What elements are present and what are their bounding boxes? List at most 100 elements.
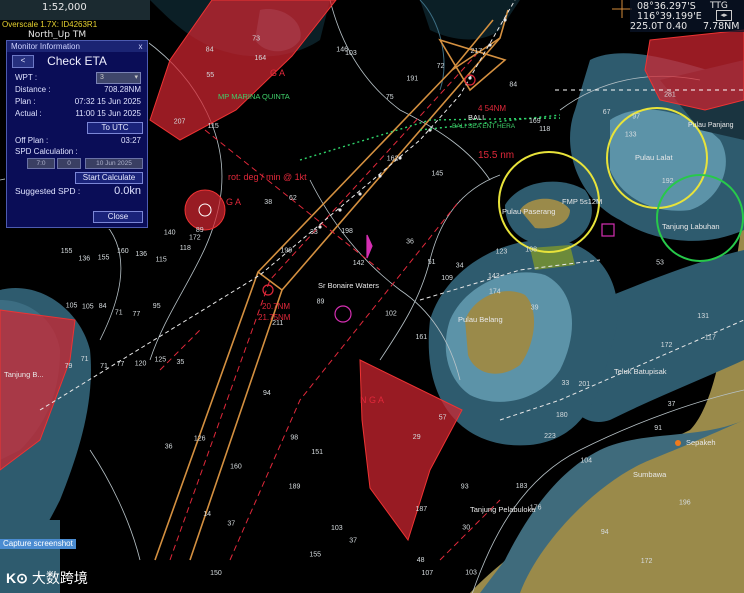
- depth-sounding: 201: [579, 381, 591, 388]
- depth-sounding: 198: [341, 228, 353, 235]
- capture-screenshot-label[interactable]: Capture screenshot: [0, 539, 76, 549]
- distance-value: 708.28NM: [104, 85, 141, 94]
- label-tanjung-labuhan: Tanjung Labuhan: [662, 222, 720, 231]
- label-pulau-panjang: Pulau Panjang: [688, 122, 734, 129]
- orientation-mode[interactable]: North_Up TM: [28, 30, 86, 40]
- wpt-select[interactable]: 3 ▾: [96, 72, 141, 84]
- depth-sounding: 71: [100, 363, 108, 370]
- depth-sounding: 189: [289, 484, 301, 491]
- suggested-value: 0.0kn: [114, 185, 141, 197]
- label-pulau-belang: Pulau Belang: [458, 315, 503, 324]
- depth-sounding: 103: [465, 570, 477, 577]
- label-marina: MP MARINA QUINTA: [218, 92, 290, 101]
- depth-sounding: 107: [422, 570, 434, 577]
- depth-sounding: 117: [705, 335, 716, 342]
- depth-sounding: 140: [164, 229, 176, 236]
- label-distance-2: 21.75NM: [258, 313, 291, 322]
- depth-sounding: 109: [441, 275, 453, 282]
- label-fmp: FMP 5s12M: [562, 197, 603, 206]
- plan-row: Plan : 07:32 15 Jun 2025: [15, 96, 143, 107]
- depth-sounding: 196: [679, 500, 691, 507]
- depth-sounding: 103: [345, 50, 357, 57]
- hud-toggle-button[interactable]: ◂▸: [716, 10, 732, 21]
- depth-sounding: 120: [135, 360, 147, 367]
- spd-minute-field[interactable]: 0: [57, 158, 81, 169]
- depth-sounding: 174: [489, 288, 501, 295]
- depth-sounding: 105: [66, 302, 78, 309]
- depth-sounding: 180: [556, 412, 568, 419]
- depth-sounding: 72: [437, 63, 445, 70]
- depth-sounding: 217: [471, 48, 483, 55]
- green-dotted: [299, 114, 561, 161]
- depth-sounding: 192: [662, 178, 674, 185]
- label-distance-1: 20.7NM: [262, 302, 291, 311]
- depth-sounding: 142: [353, 260, 365, 267]
- label-ga-1: G A: [270, 68, 286, 78]
- actual-row: Actual : 11:00 15 Jun 2025: [15, 108, 143, 119]
- depth-sounding: 131: [697, 313, 709, 320]
- depth-sounding: 94: [263, 390, 271, 397]
- close-icon[interactable]: x: [136, 42, 145, 51]
- actual-value: 11:00 15 Jun 2025: [75, 109, 141, 118]
- label-tanjung-west: Tanjung B...: [4, 370, 44, 379]
- depth-sounding: 57: [439, 415, 447, 422]
- depth-sounding: 73: [252, 36, 260, 43]
- label-pulau-paserang: Pulau Paserang: [502, 207, 556, 216]
- depth-sounding: 161: [416, 334, 428, 341]
- plan-value: 07:32 15 Jun 2025: [74, 97, 141, 106]
- depth-sounding: 62: [289, 195, 297, 202]
- panel-titlebar[interactable]: Monitor Information x: [7, 41, 147, 52]
- offplan-row: Off Plan : 03:27: [15, 135, 143, 146]
- depth-sounding: 136: [135, 251, 147, 258]
- depth-sounding: 155: [61, 248, 73, 255]
- distance-label: Distance :: [15, 85, 51, 94]
- depth-sounding: 123: [496, 249, 508, 256]
- depth-sounding: 183: [516, 483, 528, 490]
- spd-calc-row: SPD Calculation :: [15, 146, 143, 157]
- suggested-row: Suggested SPD : 0.0kn: [15, 186, 143, 197]
- depth-sounding: 104: [580, 458, 592, 465]
- depth-sounding: 164: [255, 55, 267, 62]
- to-utc-button[interactable]: To UTC: [87, 122, 143, 134]
- depth-sounding: 155: [309, 552, 321, 559]
- depth-sounding: 98: [290, 435, 298, 442]
- depth-sounding: 115: [208, 123, 219, 130]
- depth-sounding: 145: [432, 170, 444, 177]
- depth-sounding: 36: [406, 239, 414, 246]
- distance-row: Distance : 708.28NM: [15, 84, 143, 95]
- town-marker: [675, 440, 681, 446]
- depth-sounding: 84: [509, 82, 517, 89]
- depth-sounding: 93: [461, 484, 469, 491]
- depth-sounding: 172: [189, 234, 201, 241]
- wpt-value: 3: [100, 74, 104, 81]
- depth-sounding: 172: [641, 558, 653, 565]
- label-distance-3: 4 54NM: [478, 104, 507, 113]
- depth-sounding: 169: [529, 118, 541, 125]
- close-button[interactable]: Close: [93, 211, 143, 223]
- start-calculate-button[interactable]: Start Calculate: [75, 172, 143, 184]
- chart-scale[interactable]: 1:52,000: [42, 2, 87, 13]
- spd-date-field[interactable]: 10 Jun 2025: [85, 158, 143, 169]
- depth-sounding: 77: [133, 311, 141, 318]
- depth-sounding: 34: [456, 263, 464, 270]
- depth-sounding: 155: [98, 254, 110, 261]
- label-bali-sea: BALI SEA ENT HERA: [452, 123, 516, 130]
- spd-hour-field[interactable]: 7:0: [27, 158, 55, 169]
- depth-sounding: 71: [115, 309, 123, 316]
- logo-icon: K⊙: [6, 570, 28, 586]
- depth-sounding: 33: [562, 380, 570, 387]
- depth-sounding: 187: [416, 506, 428, 513]
- plan-label: Plan :: [15, 97, 36, 106]
- depth-sounding: 36: [165, 443, 173, 450]
- label-sumbawa: Sumbawa: [633, 470, 667, 479]
- depth-sounding: 77: [117, 361, 125, 368]
- depth-sounding: 75: [386, 94, 394, 101]
- depth-sounding: 150: [210, 570, 222, 577]
- depth-sounding: 91: [654, 425, 662, 432]
- depth-sounding: 67: [603, 109, 611, 116]
- monitor-information-panel: Monitor Information x < Check ETA WPT : …: [6, 40, 148, 228]
- depth-sounding: 30: [462, 524, 470, 531]
- label-waters: Sr Bonaire Waters: [318, 281, 379, 290]
- depth-sounding: 37: [668, 401, 676, 408]
- depth-sounding: 126: [194, 435, 206, 442]
